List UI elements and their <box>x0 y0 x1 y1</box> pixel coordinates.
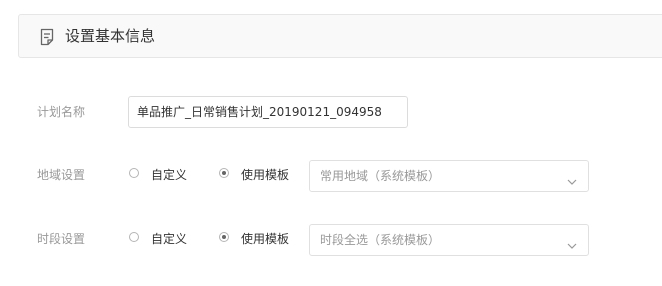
chevron-down-icon <box>566 172 578 185</box>
region-template-select[interactable]: 常用地域（系统模板） <box>309 160 589 192</box>
section-title: 设置基本信息 <box>65 27 156 45</box>
section-header: 设置基本信息 <box>18 14 662 58</box>
time-select-value: 时段全选（系统模板） <box>320 233 441 247</box>
plan-name-label: 计划名称 <box>37 105 86 119</box>
region-template-label[interactable]: 使用模板 <box>241 167 289 183</box>
region-template-radio[interactable] <box>219 168 229 178</box>
time-custom-label[interactable]: 自定义 <box>151 231 187 247</box>
time-template-label[interactable]: 使用模板 <box>241 231 289 247</box>
time-period-label: 时段设置 <box>37 232 86 246</box>
region-custom-radio[interactable] <box>129 168 139 178</box>
time-template-radio[interactable] <box>219 232 229 242</box>
document-icon <box>39 28 55 46</box>
region-label: 地域设置 <box>37 168 86 182</box>
plan-name-input[interactable]: 单品推广_日常销售计划_20190121_094958 <box>128 96 408 128</box>
region-custom-label[interactable]: 自定义 <box>151 167 187 183</box>
time-custom-radio[interactable] <box>129 232 139 242</box>
region-select-value: 常用地域（系统模板） <box>320 169 441 183</box>
time-template-select[interactable]: 时段全选（系统模板） <box>309 224 589 256</box>
chevron-down-icon <box>566 236 578 249</box>
